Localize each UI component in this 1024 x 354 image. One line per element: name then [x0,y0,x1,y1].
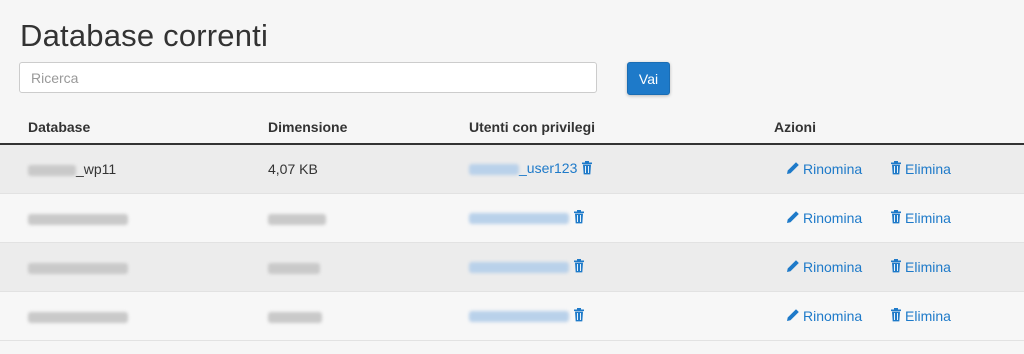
trash-icon [890,209,902,227]
trash-icon[interactable] [581,160,593,178]
privileged-user-link[interactable] [469,209,569,225]
redacted-text [268,213,326,225]
search-button[interactable]: Vai [627,62,670,95]
database-name-cell [0,242,268,292]
pencil-icon [786,161,800,178]
redacted-text [469,261,569,273]
column-header-actions: Azioni [774,110,1024,145]
actions-cell: Rinomina Elimina [774,291,1024,341]
trash-icon [890,307,902,325]
databases-table: Database Dimensione Utenti con privilegi… [0,110,1024,341]
actions-cell: Rinomina Elimina [774,193,1024,243]
delete-label: Elimina [905,308,951,324]
privileged-users-cell [469,193,774,243]
column-header-database[interactable]: Database [0,110,268,145]
rename-label: Rinomina [803,259,863,275]
trash-icon[interactable] [573,209,585,227]
column-header-size[interactable]: Dimensione [268,110,469,145]
table-header-row: Database Dimensione Utenti con privilegi… [0,110,1024,145]
rename-label: Rinomina [803,210,863,226]
database-size [268,242,469,292]
delete-link[interactable]: Elimina [890,160,951,178]
redacted-text [28,213,128,225]
actions-cell: Rinomina Elimina [774,242,1024,292]
table-row: Rinomina Elimina [0,193,1024,243]
redacted-text [268,262,320,274]
trash-icon [890,258,902,276]
redacted-text [28,164,76,176]
redacted-text [268,311,322,323]
redacted-text [469,310,569,322]
trash-icon[interactable] [573,307,585,325]
delete-link[interactable]: Elimina [890,209,951,227]
pencil-icon [786,308,800,325]
actions-cell: Rinomina Elimina [774,144,1024,194]
database-name-suffix: _wp11 [76,161,117,177]
privileged-user-link[interactable] [469,307,569,323]
trash-icon[interactable] [573,258,585,276]
rename-link[interactable]: Rinomina [786,161,862,178]
database-size: 4,07 KB [268,144,469,194]
database-name-cell [0,193,268,243]
privileged-user-link[interactable]: _user123 [469,160,577,176]
rename-link[interactable]: Rinomina [786,259,862,276]
redacted-text [469,212,569,224]
table-row: Rinomina Elimina [0,242,1024,292]
delete-label: Elimina [905,259,951,275]
rename-link[interactable]: Rinomina [786,308,862,325]
table-row: _wp11 4,07 KB _user123 Rinomina Elimina [0,144,1024,194]
redacted-text [28,311,128,323]
database-size [268,291,469,341]
database-size [268,193,469,243]
column-header-users: Utenti con privilegi [469,110,774,145]
pencil-icon [786,259,800,276]
delete-link[interactable]: Elimina [890,307,951,325]
rename-label: Rinomina [803,161,863,177]
privileged-users-cell [469,242,774,292]
search-input[interactable] [19,62,597,93]
privileged-user-link[interactable] [469,258,569,274]
delete-link[interactable]: Elimina [890,258,951,276]
table-row: Rinomina Elimina [0,291,1024,341]
privileged-user-suffix: _user123 [519,160,578,177]
privileged-users-cell [469,291,774,341]
database-name-cell [0,291,268,341]
privileged-users-cell: _user123 [469,144,774,194]
rename-label: Rinomina [803,308,863,324]
database-name-cell: _wp11 [0,144,268,194]
redacted-text [28,262,128,274]
pencil-icon [786,210,800,227]
delete-label: Elimina [905,210,951,226]
page-title: Database correnti [20,18,269,53]
delete-label: Elimina [905,161,951,177]
trash-icon [890,160,902,178]
rename-link[interactable]: Rinomina [786,210,862,227]
redacted-text [469,163,519,175]
